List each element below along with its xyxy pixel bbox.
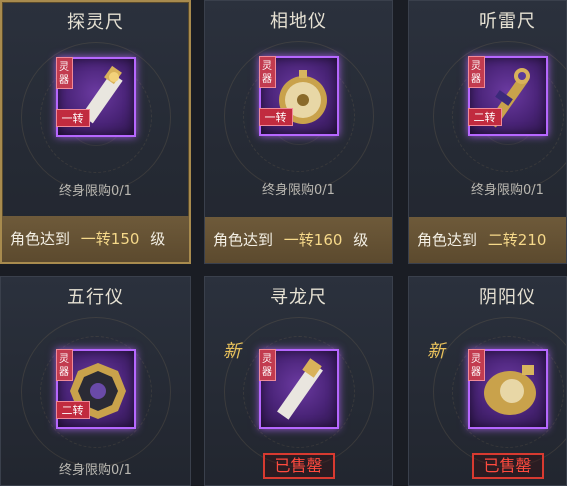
requirement-prefix: 角色达到 xyxy=(417,231,478,249)
shop-item-tingleichi[interactable]: 听雷尺 灵器 二转 终身限购0/1 角色达到 二转210 xyxy=(408,0,567,264)
item-title: 探灵尺 xyxy=(67,12,124,33)
requirement-suffix: 级 xyxy=(150,230,166,248)
requirement-bar: 角色达到 一转150 级 xyxy=(2,216,189,262)
item-title: 五行仪 xyxy=(67,287,124,308)
shop-item-xiangdiyi[interactable]: 相地仪 灵器 一转 终身限购0/1 角色达到 一转160 级 xyxy=(204,0,393,264)
purchase-limit: 终身限购0/1 xyxy=(59,463,132,478)
requirement-prefix: 角色达到 xyxy=(10,230,71,248)
shop-grid: 探灵尺 灵器 一转 终身限购0/1 角色达到 一转150 级 相地仪 灵器 一转… xyxy=(0,0,567,486)
requirement-tier: 一转150 xyxy=(80,230,140,248)
item-title: 阴阳仪 xyxy=(479,287,536,308)
requirement-suffix: 级 xyxy=(353,231,369,249)
item-icon-slot[interactable]: 灵器 xyxy=(258,349,339,429)
sold-out-label: 已售罄 xyxy=(262,453,335,479)
item-type-tag: 灵器 xyxy=(258,349,276,381)
shop-item-yinyangyi[interactable]: 阴阳仪 新 灵器 已售罄 xyxy=(408,276,567,486)
item-tier-tag: 二转 xyxy=(55,401,90,419)
item-title: 相地仪 xyxy=(270,11,327,32)
item-tier-tag: 二转 xyxy=(467,108,502,126)
item-tier-tag: 一转 xyxy=(55,109,90,127)
item-tier-tag: 一转 xyxy=(258,108,293,126)
purchase-limit: 终身限购0/1 xyxy=(59,184,132,199)
item-type-tag: 灵器 xyxy=(467,349,485,381)
item-type-tag: 灵器 xyxy=(55,349,73,381)
requirement-tier: 二转210 xyxy=(487,231,547,249)
requirement-prefix: 角色达到 xyxy=(213,231,274,249)
item-icon-slot[interactable]: 灵器 二转 xyxy=(55,349,136,429)
dragon-ruler-icon xyxy=(276,358,323,420)
item-icon-slot[interactable]: 灵器 一转 xyxy=(55,57,136,137)
item-icon-slot[interactable]: 灵器 二转 xyxy=(467,56,548,136)
yinyang-compass-icon xyxy=(483,365,536,415)
item-type-tag: 灵器 xyxy=(467,56,485,88)
item-icon-slot[interactable]: 灵器 一转 xyxy=(258,56,339,136)
requirement-bar: 角色达到 二转210 xyxy=(409,217,566,263)
item-title: 听雷尺 xyxy=(479,11,536,32)
purchase-limit: 终身限购0/1 xyxy=(262,183,335,198)
shop-item-tanlingchi[interactable]: 探灵尺 灵器 一转 终身限购0/1 角色达到 一转150 级 xyxy=(0,0,191,264)
shop-item-wuxingyi[interactable]: 五行仪 灵器 二转 终身限购0/1 xyxy=(0,276,191,486)
new-badge: 新 xyxy=(427,341,445,362)
item-type-tag: 灵器 xyxy=(55,57,73,89)
item-type-tag: 灵器 xyxy=(258,56,276,88)
shop-item-xunlongchi[interactable]: 寻龙尺 新 灵器 已售罄 xyxy=(204,276,393,486)
requirement-bar: 角色达到 一转160 级 xyxy=(205,217,392,263)
requirement-tier: 一转160 xyxy=(283,231,343,249)
sold-out-label: 已售罄 xyxy=(471,453,544,479)
purchase-limit: 终身限购0/1 xyxy=(471,183,544,198)
item-title: 寻龙尺 xyxy=(270,287,327,308)
item-icon-slot[interactable]: 灵器 xyxy=(467,349,548,429)
new-badge: 新 xyxy=(223,341,241,362)
